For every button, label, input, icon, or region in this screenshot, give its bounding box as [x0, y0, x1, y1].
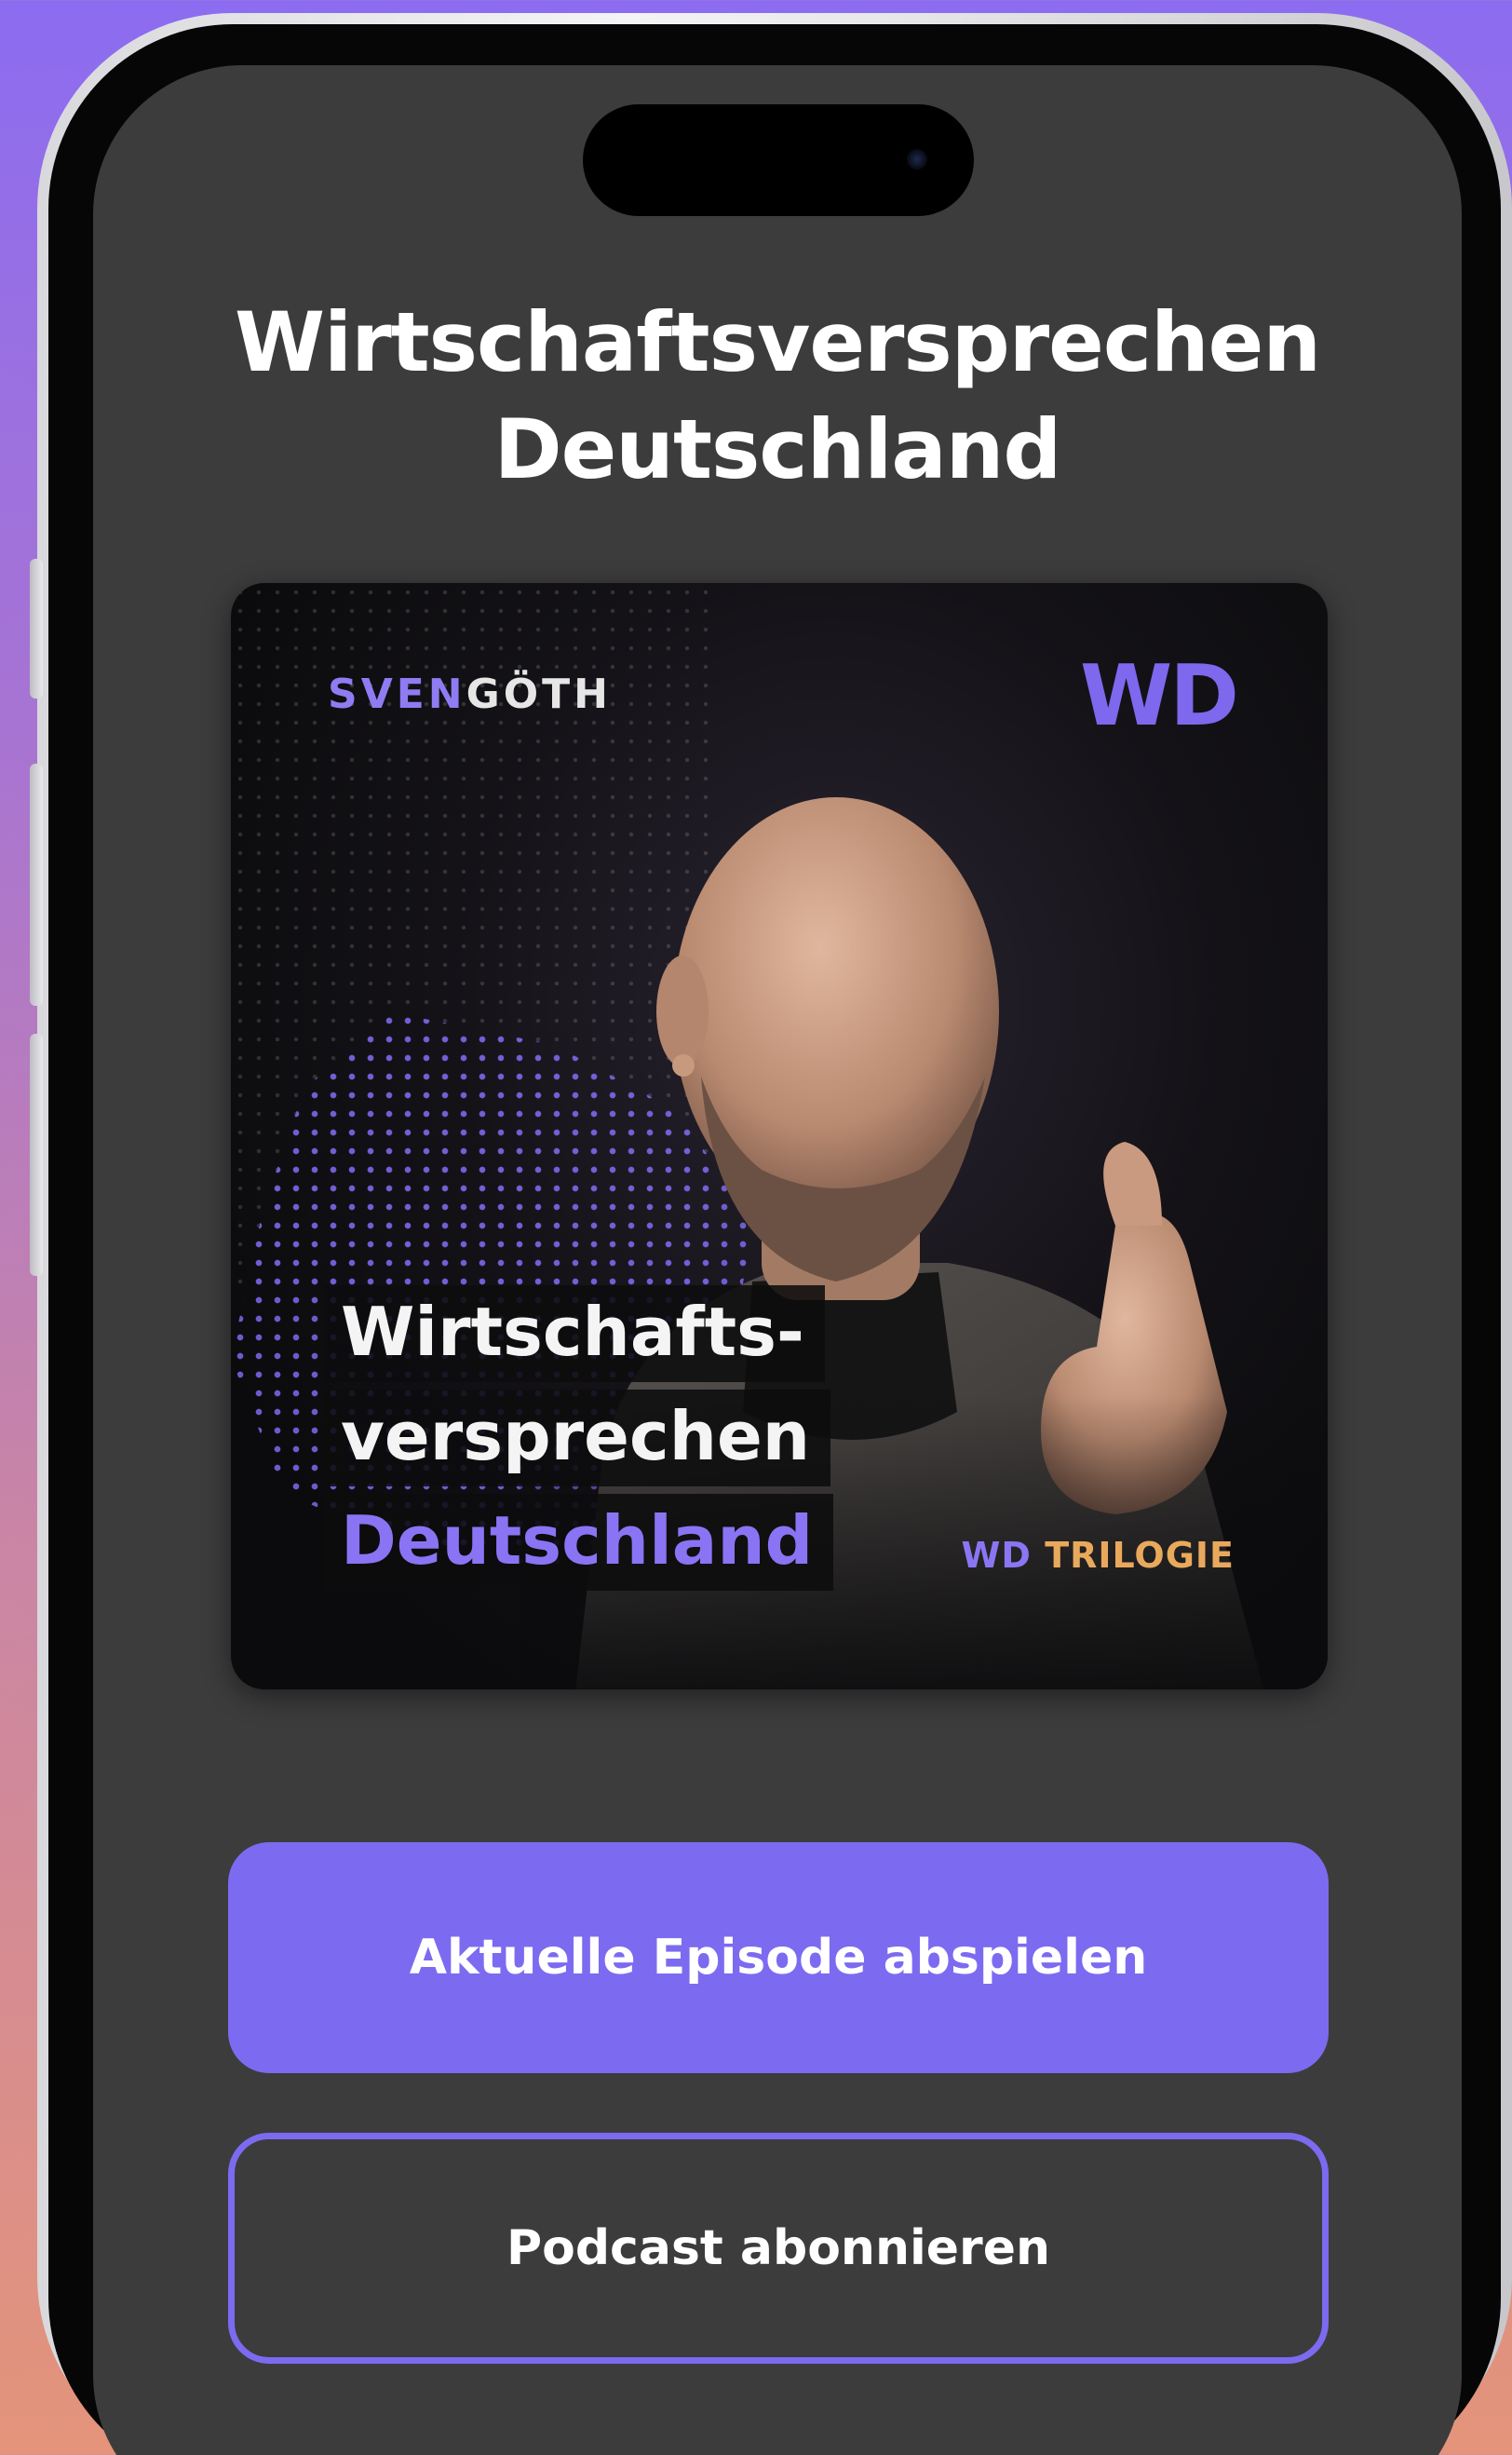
front-camera-icon	[907, 149, 927, 170]
cover-author-last: GÖTH	[466, 671, 612, 718]
play-latest-episode-button[interactable]: Aktuelle Episode abspielen	[228, 1842, 1329, 2073]
dynamic-island	[583, 104, 974, 216]
podcast-cover-art: SVENGÖTH WD Wirtschafts- versprechen Deu…	[231, 583, 1328, 1689]
cover-logo: WD	[1080, 647, 1239, 745]
cover-title-line: versprechen	[324, 1390, 831, 1486]
cover-series-label: WD TRILOGIE	[962, 1535, 1235, 1576]
cover-series-name: TRILOGIE	[1045, 1535, 1235, 1576]
phone-action-button	[30, 559, 43, 699]
cover-title-line: Wirtschafts-	[324, 1285, 825, 1382]
cover-author-first: SVEN	[328, 671, 466, 718]
phone-screen: Wirtschaftsversprechen Deutschland SVENG…	[93, 65, 1462, 2455]
cover-title-line-accent: Deutschland	[324, 1494, 834, 1591]
podcast-title-line: Wirtschaftsversprechen	[234, 294, 1321, 390]
cover-title: Wirtschafts- versprechen Deutschland	[324, 1285, 834, 1598]
podcast-title: Wirtschaftsversprechen Deutschland	[93, 289, 1462, 503]
phone-volume-up-button	[30, 764, 43, 1006]
phone-volume-down-button	[30, 1034, 43, 1276]
cover-author: SVENGÖTH	[328, 672, 612, 717]
podcast-title-line: Deutschland	[493, 401, 1062, 497]
subscribe-podcast-button[interactable]: Podcast abonnieren	[228, 2133, 1329, 2364]
cover-series-prefix: WD	[961, 1535, 1032, 1576]
